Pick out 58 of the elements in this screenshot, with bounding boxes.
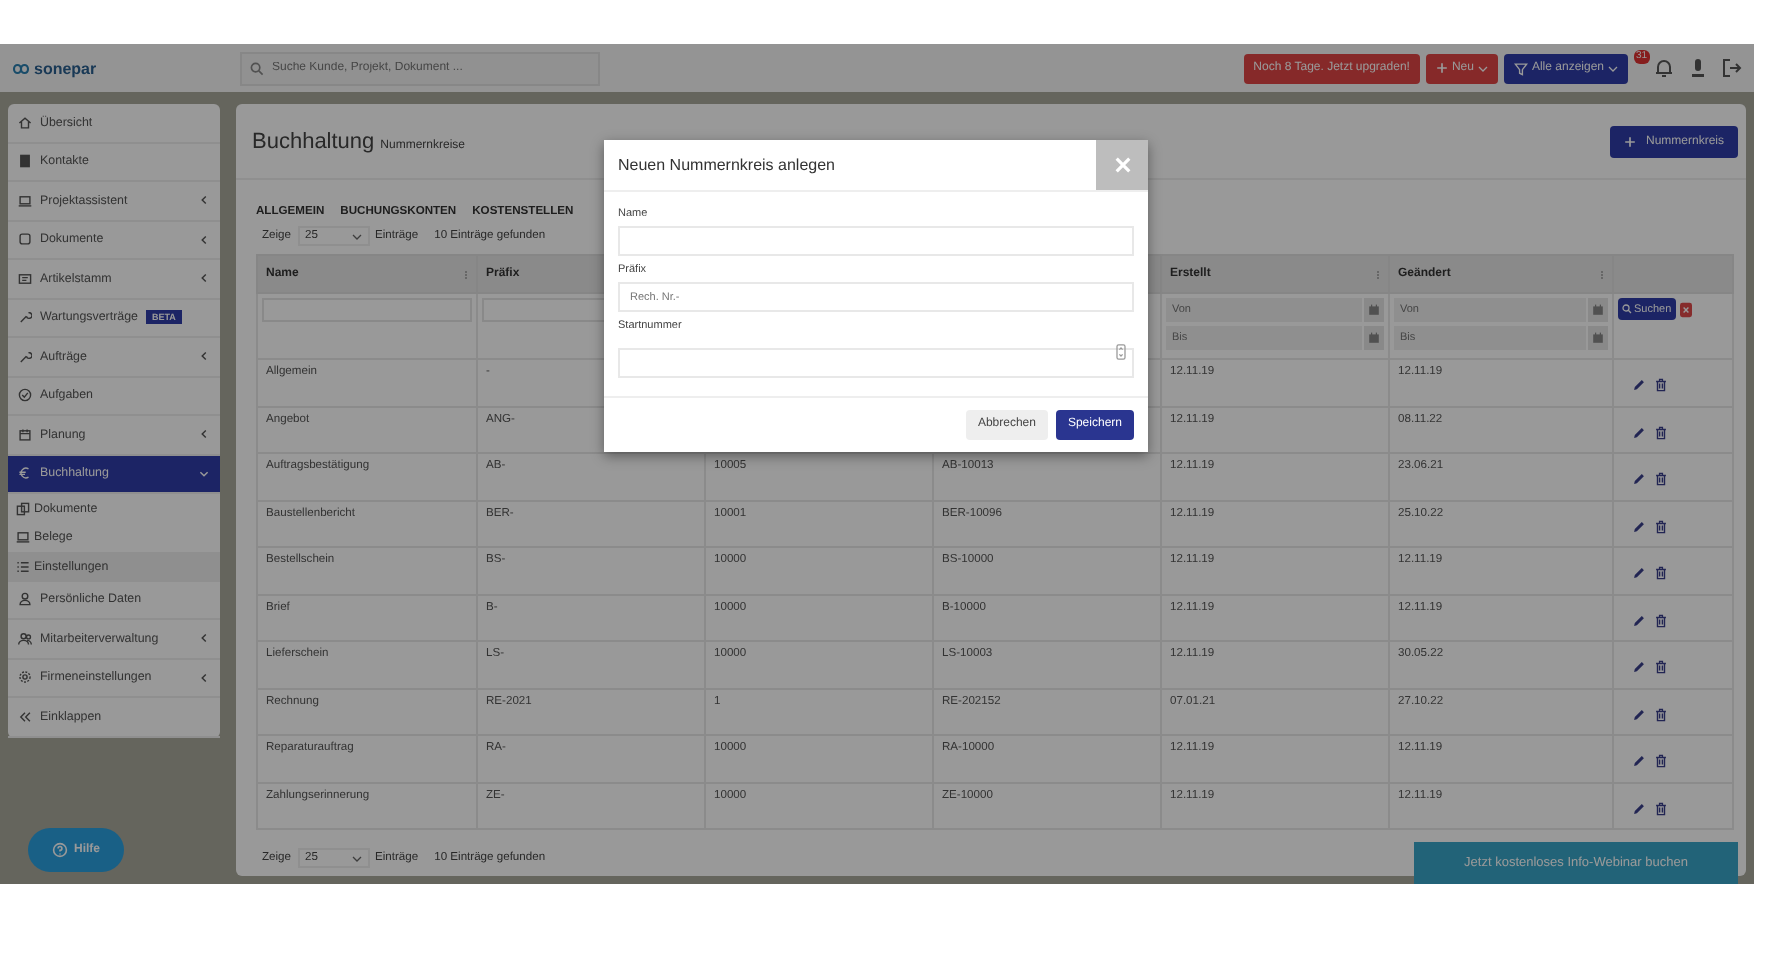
pencil-icon[interactable] bbox=[1632, 660, 1646, 674]
wrench-icon bbox=[18, 349, 32, 364]
document-icon bbox=[18, 232, 32, 247]
pencil-icon[interactable] bbox=[1632, 566, 1646, 580]
plus-icon bbox=[1435, 62, 1448, 74]
trash-icon[interactable] bbox=[1654, 660, 1668, 674]
pencil-icon[interactable] bbox=[1632, 754, 1646, 768]
trash-icon[interactable] bbox=[1654, 754, 1668, 768]
input-field[interactable] bbox=[618, 347, 1134, 377]
trash-icon[interactable] bbox=[1654, 566, 1668, 580]
plus-icon bbox=[1623, 135, 1636, 147]
search-icon bbox=[1622, 304, 1632, 314]
close-icon bbox=[1113, 156, 1131, 174]
chevron-down-icon bbox=[351, 855, 362, 861]
book-icon bbox=[18, 154, 32, 169]
laptop-icon bbox=[18, 193, 32, 208]
euro-icon bbox=[18, 466, 32, 481]
users-icon bbox=[18, 631, 32, 646]
pencil-icon[interactable] bbox=[1632, 613, 1646, 627]
pencil-icon[interactable] bbox=[1632, 707, 1646, 721]
calendar-icon bbox=[18, 427, 32, 442]
help-icon bbox=[51, 842, 68, 858]
search-icon bbox=[250, 61, 264, 75]
pencil-icon[interactable] bbox=[1632, 425, 1646, 439]
logo-icon bbox=[12, 61, 30, 75]
trash-icon[interactable] bbox=[1654, 519, 1668, 533]
pencil-icon[interactable] bbox=[1632, 519, 1646, 533]
check-circle-icon bbox=[18, 388, 32, 403]
microphone-icon[interactable] bbox=[1688, 58, 1708, 78]
page-title: Buchhaltung bbox=[252, 129, 375, 153]
laptop-icon bbox=[16, 530, 30, 545]
gear-icon bbox=[18, 670, 32, 685]
trash-icon[interactable] bbox=[1654, 378, 1668, 392]
trash-icon[interactable] bbox=[1654, 613, 1668, 627]
card-icon bbox=[18, 271, 32, 286]
pencil-icon[interactable] bbox=[1632, 801, 1646, 815]
pencil-icon[interactable] bbox=[1632, 472, 1646, 486]
filter-icon bbox=[1513, 61, 1528, 75]
clear-icon[interactable] bbox=[1679, 301, 1692, 317]
user-icon bbox=[18, 592, 32, 607]
chevron-down-icon bbox=[1477, 65, 1488, 71]
documents-icon bbox=[16, 501, 30, 516]
chevron-down-icon bbox=[351, 233, 362, 239]
pencil-icon[interactable] bbox=[1632, 378, 1646, 392]
double-chevron-icon bbox=[18, 709, 32, 724]
modal-title: Neuen Nummernkreis anlegen bbox=[616, 156, 835, 174]
wrench-icon bbox=[18, 310, 32, 325]
trash-icon[interactable] bbox=[1654, 801, 1668, 815]
home-icon bbox=[18, 115, 32, 130]
logo-text: sonepar bbox=[34, 59, 97, 77]
list-icon bbox=[16, 559, 30, 574]
chevron-down-icon bbox=[1608, 65, 1618, 71]
trash-icon[interactable] bbox=[1654, 425, 1668, 439]
trash-icon[interactable] bbox=[1654, 707, 1668, 721]
bell-icon[interactable] bbox=[1654, 58, 1674, 78]
spinner-icon[interactable] bbox=[1116, 344, 1126, 360]
trash-icon[interactable] bbox=[1654, 472, 1668, 486]
logout-icon[interactable] bbox=[1722, 58, 1742, 78]
